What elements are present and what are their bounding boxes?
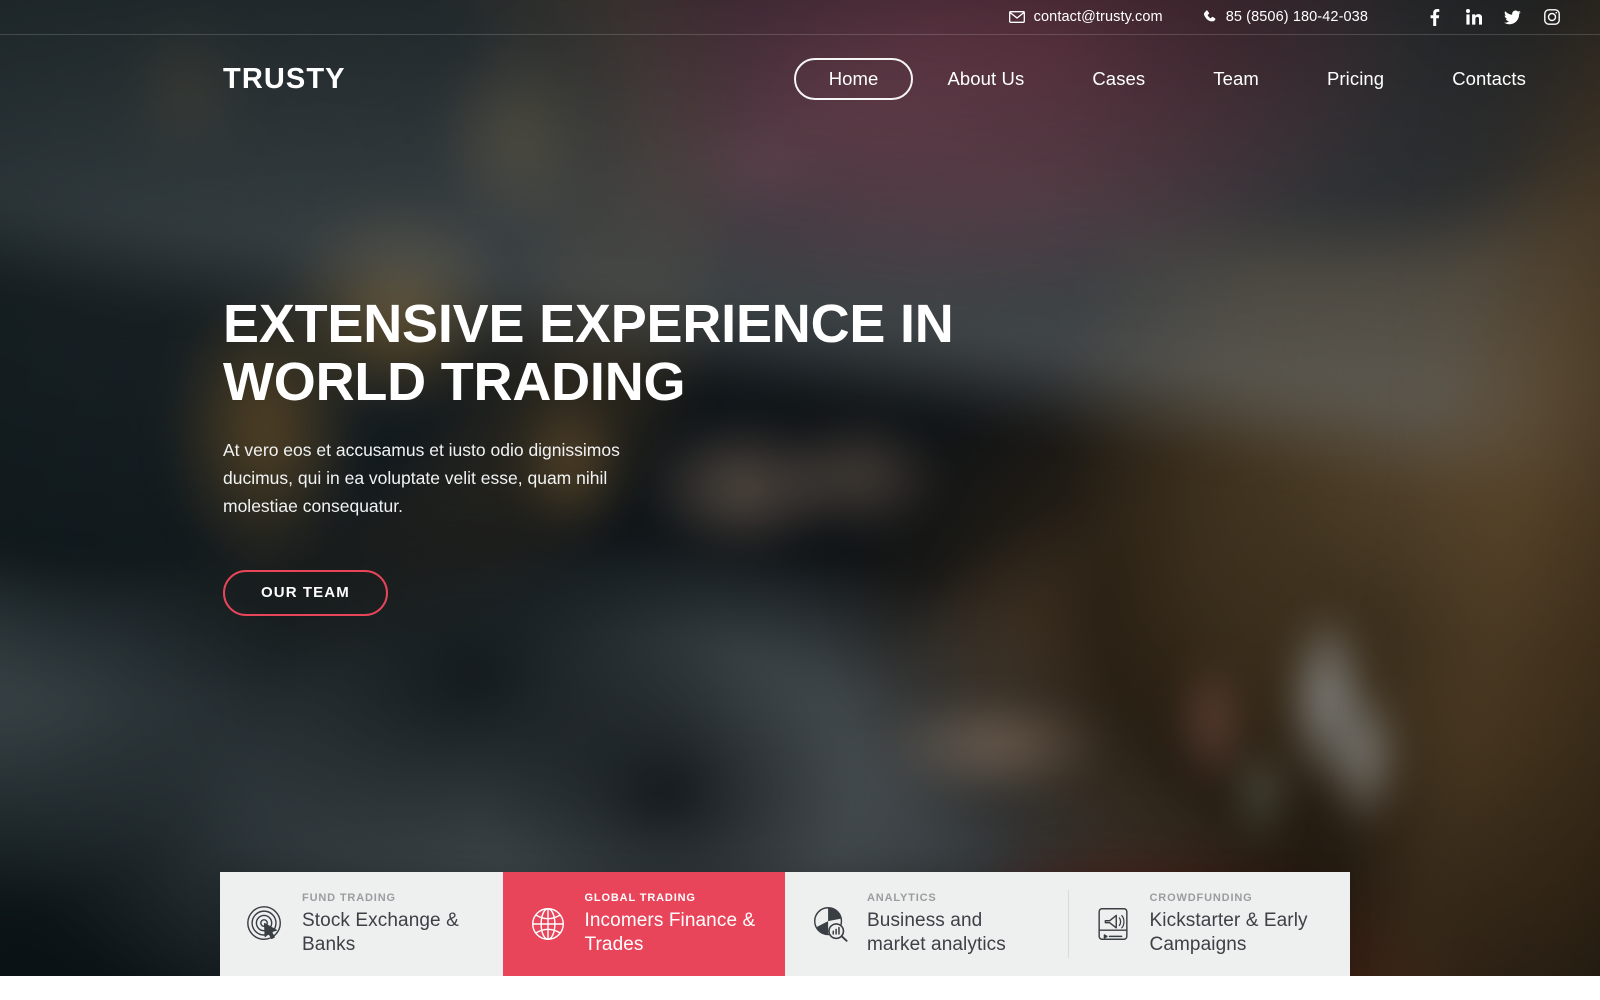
email-link[interactable]: contact@trusty.com (1008, 9, 1163, 25)
page-bottom-spacer (0, 976, 1600, 1000)
card-kicker: ANALYTICS (867, 892, 937, 905)
nav-item-about-us[interactable]: About Us (913, 58, 1058, 100)
card-kicker: CROWDFUNDING (1149, 892, 1253, 905)
top-contact-bar: contact@trusty.com 85 (8506) 180-42-038 (0, 0, 1600, 35)
hero-title: EXTENSIVE EXPERIENCE IN WORLD TRADING (223, 294, 954, 412)
card-title: Incomers Finance & Trades (584, 910, 756, 955)
card-title: Stock Exchange & Banks (302, 910, 459, 955)
card-title: Business and market analytics (867, 910, 1006, 955)
card-body: FUND TRADING Stock Exchange & Banks (302, 892, 481, 956)
hero-description: At vero eos et accusamus et iusto odio d… (223, 439, 620, 517)
service-card-crowdfunding[interactable]: CROWDFUNDING Kickstarter & Early Campaig… (1067, 872, 1351, 976)
linkedin-icon[interactable] (1465, 9, 1482, 26)
service-card-analytics[interactable]: ANALYTICS Business and market analytics (785, 872, 1068, 976)
twitter-icon[interactable] (1504, 9, 1521, 26)
nav-item-team[interactable]: Team (1179, 58, 1293, 100)
hero-content: EXTENSIVE EXPERIENCE IN WORLD TRADING At… (223, 294, 983, 616)
our-team-button[interactable]: OUR TEAM (223, 569, 388, 616)
service-card-global-trading[interactable]: GLOBAL TRADING Incomers Finance & Trades (502, 872, 785, 976)
service-card-strip: FUND TRADING Stock Exchange & Banks GLOB… (220, 872, 1350, 976)
phone-text: 85 (8506) 180-42-038 (1225, 9, 1368, 25)
phone-link[interactable]: 85 (8506) 180-42-038 (1203, 9, 1368, 25)
main-navbar: TRUSTY Home About Us Cases Team Pricing … (0, 35, 1600, 123)
card-kicker: GLOBAL TRADING (584, 892, 696, 905)
topbar-contact-group: contact@trusty.com 85 (8506) 180-42-038 (1008, 9, 1368, 25)
social-links (1426, 8, 1560, 26)
nav-item-cases[interactable]: Cases (1058, 58, 1179, 100)
main-nav: Home About Us Cases Team Pricing Contact… (793, 58, 1560, 100)
card-title: Kickstarter & Early Campaigns (1149, 910, 1308, 955)
facebook-icon[interactable] (1426, 8, 1443, 26)
card-kicker: FUND TRADING (302, 892, 396, 905)
card-body: ANALYTICS Business and market analytics (867, 892, 1046, 956)
phone-icon (1203, 10, 1217, 24)
envelope-icon (1008, 11, 1025, 23)
nav-item-contacts[interactable]: Contacts (1418, 58, 1560, 100)
site-logo[interactable]: TRUSTY (223, 64, 346, 94)
card-body: GLOBAL TRADING Incomers Finance & Trades (585, 892, 764, 956)
nav-item-home[interactable]: Home (793, 58, 914, 100)
nav-item-pricing[interactable]: Pricing (1293, 58, 1418, 100)
instagram-icon[interactable] (1543, 9, 1560, 26)
pie-chart-search-icon (809, 903, 851, 945)
globe-icon (527, 903, 569, 945)
target-cursor-icon (244, 903, 286, 945)
service-card-fund-trading[interactable]: FUND TRADING Stock Exchange & Banks (220, 872, 503, 976)
email-text: contact@trusty.com (1033, 9, 1163, 25)
card-body: CROWDFUNDING Kickstarter & Early Campaig… (1150, 892, 1329, 956)
megaphone-screen-icon (1092, 903, 1134, 945)
hero-section: contact@trusty.com 85 (8506) 180-42-038 (0, 0, 1600, 976)
